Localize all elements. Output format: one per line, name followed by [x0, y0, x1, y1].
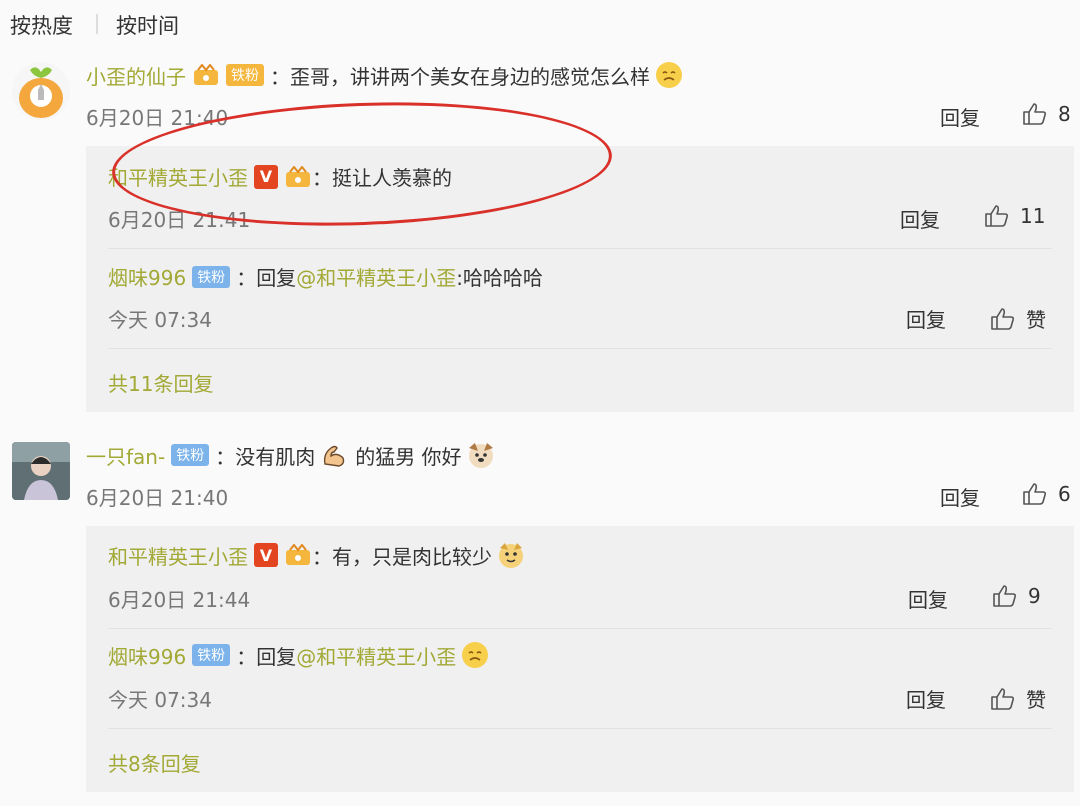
comment-header: 小歪的仙子 铁粉 ： 歪哥，讲讲两个美女在身边的感觉怎么样	[86, 60, 684, 90]
like-button[interactable]: 6	[1022, 482, 1071, 506]
more-replies-link[interactable]: 共11条回复	[108, 368, 213, 397]
fan-badge: 铁粉	[192, 265, 231, 288]
doge-emoji-icon	[496, 540, 526, 570]
like-count: 11	[1020, 204, 1046, 228]
muscle-emoji-icon	[319, 440, 349, 470]
comment-text: 的猛男 你好	[355, 444, 462, 469]
crown-icon	[192, 63, 220, 87]
crown-icon	[284, 543, 312, 567]
reply-button[interactable]: 回复	[906, 304, 946, 333]
thumbs-up-icon	[1023, 103, 1047, 125]
divider	[108, 628, 1052, 629]
reply-text: :哈哈哈哈	[456, 266, 543, 290]
reply-prefix: 回复	[256, 644, 297, 669]
tab-sort-time[interactable]: 按时间	[116, 10, 179, 40]
username[interactable]: 和平精英王小歪	[108, 541, 248, 570]
reply-header: 烟味996 铁粉 ： 回复 @和平精英王小歪 :哈哈哈哈	[108, 262, 543, 291]
reply-header: 和平精英王小歪 V ： 有，只是肉比较少	[108, 540, 526, 570]
reply-header: 烟味996 铁粉 ： 回复 @和平精英王小歪	[108, 640, 490, 670]
reply-thread: 和平精英王小歪 V ： 有，只是肉比较少 6月20日 21:44 回复 9 烟味…	[86, 526, 1074, 792]
thumbs-up-icon	[991, 687, 1015, 710]
carrot-avatar-image	[19, 67, 63, 118]
reply-button[interactable]: 回复	[940, 482, 980, 511]
reply-time: 今天 07:34	[108, 688, 212, 712]
like-count: 6	[1058, 482, 1071, 506]
like-label: 赞	[1026, 308, 1046, 332]
mention-link[interactable]: @和平精英王小歪	[296, 262, 456, 291]
verified-v-icon: V	[254, 543, 278, 567]
reply-button[interactable]: 回复	[900, 204, 940, 233]
comment-header: 一只fan- 铁粉 ： 没有肌肉 的猛男 你好	[86, 440, 496, 470]
emoji-icon	[654, 60, 684, 90]
like-button[interactable]: 赞	[990, 304, 1046, 333]
person-avatar-image	[12, 442, 70, 500]
reply-time: 6月20日 21:44	[108, 588, 251, 612]
dog-emoji-icon	[466, 440, 496, 470]
username[interactable]: 烟味996	[108, 641, 186, 670]
mention-link[interactable]: @和平精英王小歪	[296, 641, 456, 670]
reply-prefix: 回复	[256, 266, 297, 290]
emoji-icon	[460, 640, 490, 670]
thumbs-up-icon	[991, 307, 1015, 330]
username[interactable]: 烟味996	[108, 262, 186, 291]
username[interactable]: 一只fan-	[86, 441, 165, 470]
divider	[108, 348, 1052, 349]
reply-time: 今天 07:34	[108, 308, 212, 332]
tab-sort-hot[interactable]: 按热度	[10, 10, 73, 40]
sort-bar: 按热度 按时间	[0, 0, 1080, 48]
reply-button[interactable]: 回复	[908, 584, 948, 613]
avatar[interactable]	[12, 62, 70, 120]
like-button[interactable]: 赞	[990, 684, 1046, 713]
more-replies-link[interactable]: 共8条回复	[108, 748, 201, 777]
like-button[interactable]: 8	[1022, 102, 1071, 126]
comment-text: 歪哥，讲讲两个美女在身边的感觉怎么样	[290, 64, 650, 89]
like-label: 赞	[1026, 688, 1046, 712]
thumbs-up-icon	[985, 205, 1009, 227]
reply-text: 有，只是肉比较少	[332, 544, 492, 569]
reply-button[interactable]: 回复	[906, 684, 946, 713]
like-count: 8	[1058, 102, 1071, 126]
avatar[interactable]	[12, 442, 70, 500]
thumbs-up-icon	[993, 585, 1017, 607]
divider	[108, 248, 1052, 249]
thumbs-up-icon	[1023, 483, 1047, 505]
divider	[96, 14, 98, 34]
divider	[108, 728, 1052, 729]
reply-button[interactable]: 回复	[940, 102, 980, 131]
username[interactable]: 小歪的仙子	[86, 61, 186, 90]
comment-text: 没有肌肉	[235, 444, 316, 469]
fan-badge: 铁粉	[192, 644, 231, 666]
like-button[interactable]: 11	[984, 204, 1045, 228]
like-count: 9	[1028, 584, 1041, 608]
fan-badge: 铁粉	[226, 64, 264, 86]
fan-badge: 铁粉	[171, 444, 210, 466]
like-button[interactable]: 9	[992, 584, 1041, 608]
comment-time: 6月20日 21:40	[86, 486, 229, 510]
